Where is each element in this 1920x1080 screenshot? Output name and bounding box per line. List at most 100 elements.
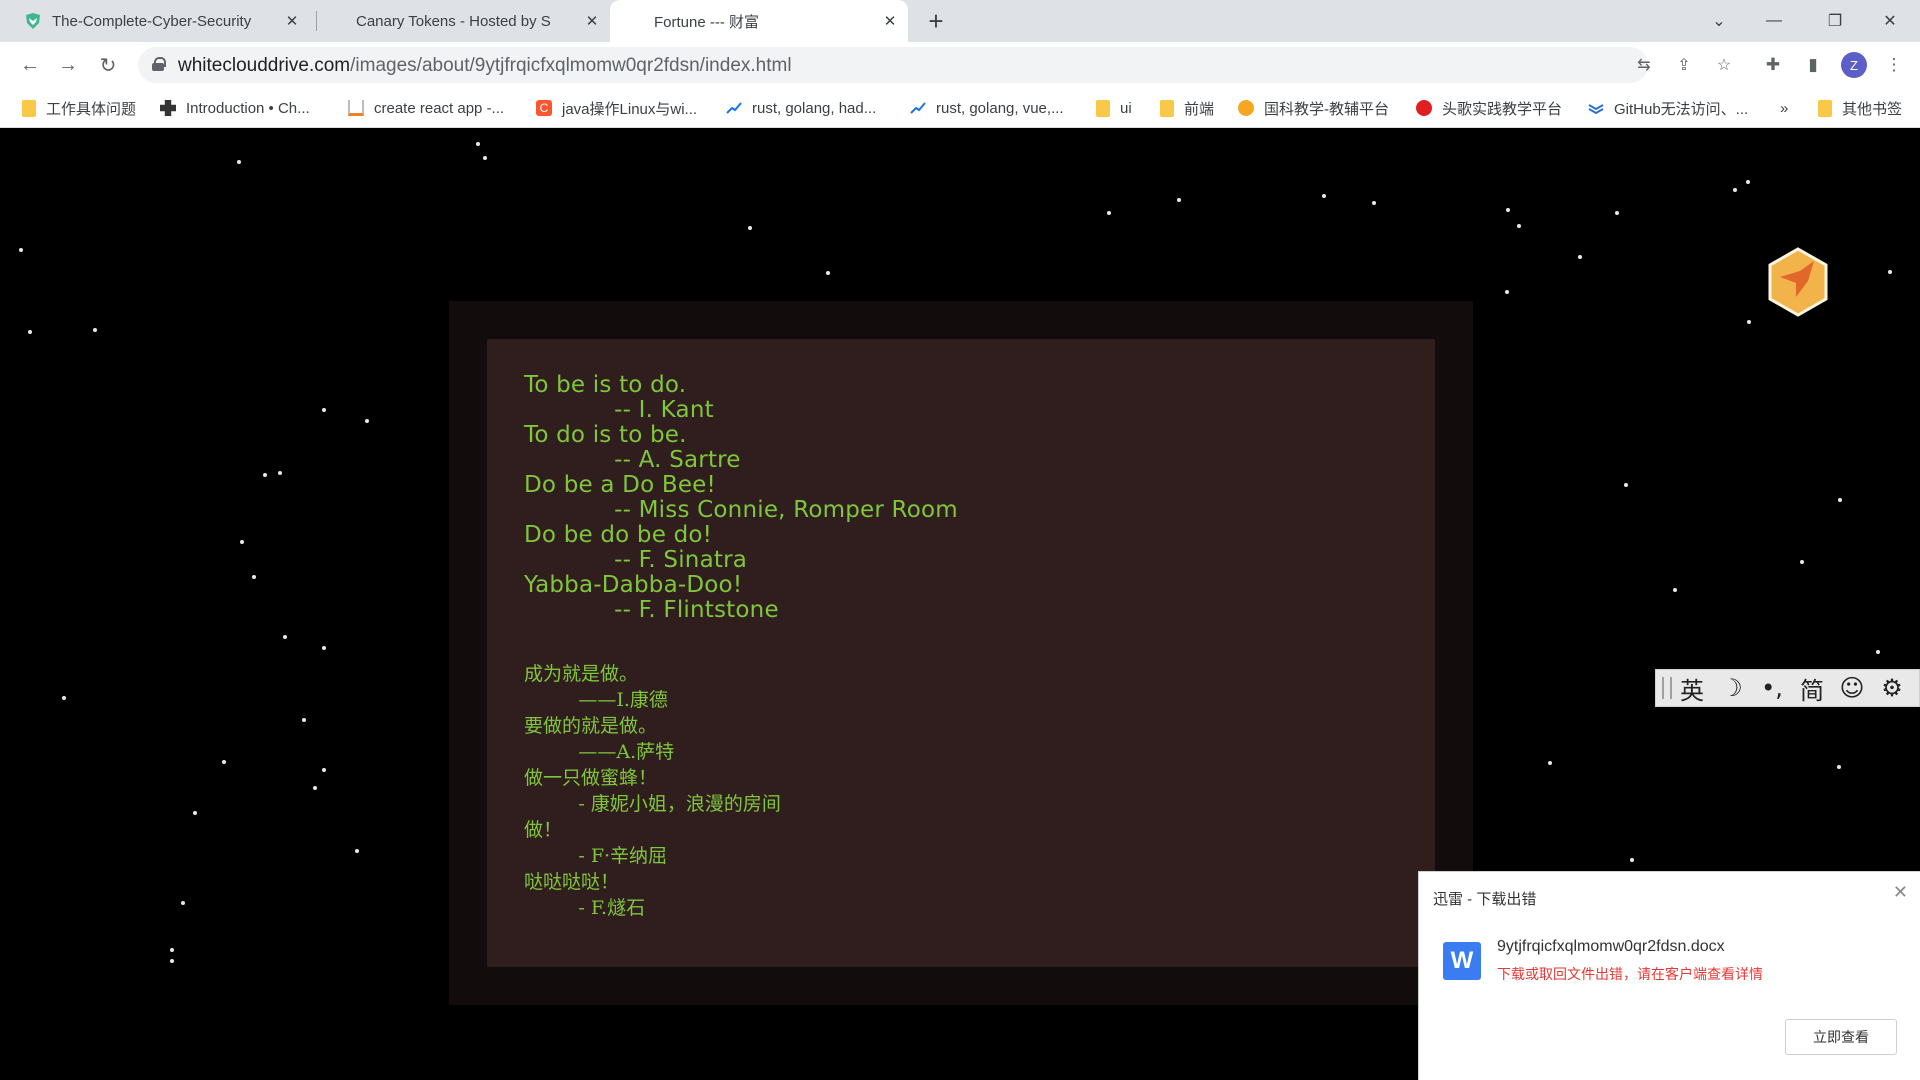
translate-icon[interactable]: ⇆ [1632,53,1656,77]
background-star [237,160,241,164]
new-tab-icon[interactable]: + [922,8,950,36]
fortune-english-text: To be is to do. -- I. Kant To do is to b… [524,372,958,623]
lock-icon[interactable] [152,57,166,71]
tab-canary-tokens[interactable]: Canary Tokens - Hosted by Sta ✕ [328,0,610,42]
ime-language-toggle[interactable]: 英 [1672,671,1712,706]
trend-icon [726,100,742,116]
background-star [1517,224,1521,228]
folder-icon [22,99,36,117]
close-window-icon[interactable]: ✕ [1873,4,1907,38]
background-star [1888,270,1892,274]
background-star [1322,194,1326,198]
close-tab-icon[interactable]: ✕ [880,11,900,31]
background-star [240,540,244,544]
side-panel-icon[interactable]: ▮ [1799,51,1827,79]
reload-icon[interactable]: ↻ [94,51,122,79]
background-star [1838,498,1842,502]
toutiao-icon [1416,100,1432,116]
word-file-icon: W [1443,942,1481,980]
tab-fortune[interactable]: Fortune --- 财富 ✕ [610,0,908,42]
bookmark-item[interactable]: 头歌实践教学平台 [1416,97,1562,119]
ime-drag-handle[interactable] [1662,677,1672,699]
view-now-button[interactable]: 立即查看 [1785,1019,1897,1055]
background-star [1372,201,1376,205]
bookmark-item[interactable]: GitHub无法访问、... [1588,97,1748,119]
tab-cyber-security[interactable]: The-Complete-Cyber-Security ✕ [24,0,310,42]
bookmarks-overflow-chevron[interactable]: » [1780,97,1788,119]
bookmark-item[interactable]: rust, golang, had... [726,97,876,119]
menu-kebab-icon[interactable]: ⋮ [1880,51,1908,79]
background-star [1624,483,1628,487]
background-star [1800,560,1804,564]
bookmark-item[interactable]: create react app -... [348,97,504,119]
background-star [1107,211,1111,215]
profile-avatar[interactable]: Z [1841,52,1867,78]
background-star [1673,588,1677,592]
bookmark-star-icon[interactable]: ☆ [1712,53,1736,77]
tab-title: Fortune --- 财富 [654,13,760,31]
background-star [222,760,226,764]
background-star [193,811,197,815]
background-star [302,718,306,722]
background-star [1733,188,1737,192]
close-tab-icon[interactable]: ✕ [582,11,602,31]
background-star [1506,208,1510,212]
share-icon[interactable]: ⇪ [1672,53,1696,77]
restore-icon[interactable]: ❐ [1818,4,1852,38]
background-star [365,419,369,423]
bookmark-folder[interactable]: 前端 [1160,97,1214,119]
bookmark-folder[interactable]: ui [1096,97,1132,119]
address-bar[interactable]: whiteclouddrive.com/images/about/9ytjfrq… [138,47,1731,83]
ime-script-toggle[interactable]: 简 [1792,671,1832,706]
moon-icon[interactable]: ☽ [1712,674,1752,702]
url-path: /images/about/9ytjfrqicfxqlmomw0qr2fdsn/… [350,55,792,76]
punctuation-icon[interactable]: •, [1752,674,1792,702]
background-star [476,142,480,146]
folder-icon [1818,99,1832,117]
emoji-icon[interactable]: ☺ [1832,674,1872,702]
background-star [19,248,23,252]
background-star [181,901,185,905]
bookmark-item[interactable]: Cjava操作Linux与wi... [536,97,697,119]
background-star [93,328,97,332]
floating-bird-assistant-icon[interactable] [1766,247,1830,317]
address-url[interactable]: whiteclouddrive.com/images/about/9ytjfrq… [178,55,792,77]
tab-strip: The-Complete-Cyber-Security ✕ Canary Tok… [0,0,1920,42]
bookmark-folder[interactable]: 工作具体问题 [22,97,136,119]
bookmark-item[interactable]: Introduction • Ch... [160,97,310,119]
close-tab-icon[interactable]: ✕ [282,11,302,31]
c-logo-icon: C [536,100,552,116]
background-star [1548,761,1552,765]
layers-icon [1588,100,1604,116]
school-icon [1238,100,1254,116]
download-error-popup: 迅雷 - 下载出错 ✕ W 9ytjfrqicfxqlmomw0qr2fdsn.… [1418,871,1920,1080]
bookmark-item[interactable]: 国科教学-教辅平台 [1238,97,1389,119]
download-filename: 9ytjfrqicfxqlmomw0qr2fdsn.docx [1497,938,1725,955]
back-icon[interactable]: ← [16,51,44,79]
minimize-icon[interactable]: — [1757,4,1791,38]
bookmark-item[interactable]: rust, golang, vue,... [910,97,1064,119]
fortune-frame: To be is to do. -- I. Kant To do is to b… [449,301,1473,1005]
tab-search-chevron-icon[interactable]: ⌄ [1702,4,1736,38]
ime-toolbar: 英 ☽ •, 简 ☺ ⚙ [1655,669,1920,707]
background-star [826,271,830,275]
stack-icon [348,100,364,116]
background-star [313,786,317,790]
background-star [1746,180,1750,184]
puzzle-icon [160,100,176,116]
bookmark-folder-other[interactable]: 其他书签 [1818,97,1902,119]
folder-icon [1160,99,1174,117]
url-host: whiteclouddrive.com [178,55,351,76]
background-star [483,156,487,160]
fox-shield-icon [24,12,42,30]
forward-icon[interactable]: → [54,51,82,79]
folder-icon [1096,99,1110,117]
background-star [355,849,359,853]
extensions-puzzle-icon[interactable]: ✚ [1759,51,1787,79]
close-icon[interactable]: ✕ [1893,882,1908,903]
background-star [1876,650,1880,654]
background-star [263,473,267,477]
background-star [62,696,66,700]
settings-gear-icon[interactable]: ⚙ [1872,674,1912,702]
background-star [170,959,174,963]
